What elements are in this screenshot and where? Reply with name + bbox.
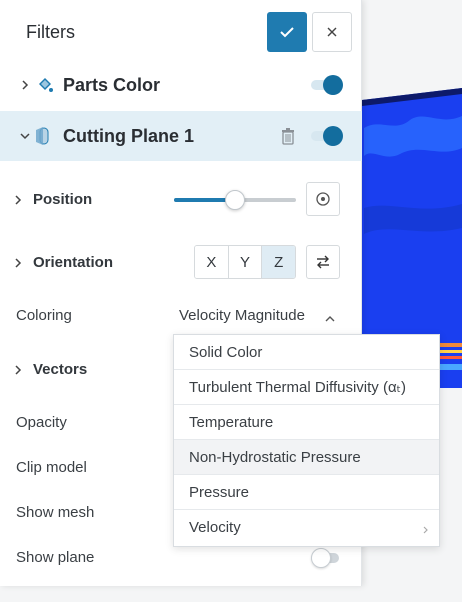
dropdown-option-velocity-label: Velocity bbox=[189, 519, 241, 536]
coloring-label: Coloring bbox=[16, 307, 72, 324]
vectors-label[interactable]: Vectors bbox=[33, 361, 87, 378]
dropdown-option-non-hydrostatic-pressure[interactable]: Non-Hydrostatic Pressure bbox=[174, 440, 439, 475]
axis-z-button[interactable]: Z bbox=[262, 246, 295, 278]
position-label[interactable]: Position bbox=[33, 191, 92, 208]
position-slider[interactable] bbox=[174, 190, 296, 210]
filter-row-cutting-plane-1[interactable]: Cutting Plane 1 bbox=[0, 111, 362, 161]
panel-title: Filters bbox=[26, 22, 75, 42]
coloring-select[interactable]: Velocity Magnitude bbox=[179, 307, 305, 324]
cutting-plane-toggle[interactable] bbox=[311, 126, 343, 146]
trash-icon[interactable] bbox=[280, 127, 296, 150]
orientation-label[interactable]: Orientation bbox=[33, 254, 113, 271]
submenu-arrow-icon bbox=[423, 522, 429, 534]
swap-arrows-icon bbox=[317, 255, 329, 269]
dropdown-option-temperature[interactable]: Temperature bbox=[174, 405, 439, 440]
orientation-axis-selector: X Y Z bbox=[194, 245, 296, 279]
chevron-down-icon[interactable] bbox=[20, 131, 30, 141]
dropdown-option-turbulent-thermal-diffusivity[interactable]: Turbulent Thermal Diffusivity (αₜ) bbox=[174, 370, 439, 405]
show-mesh-label: Show mesh bbox=[16, 504, 95, 521]
flip-orientation-button[interactable] bbox=[306, 245, 340, 279]
paint-bucket-icon bbox=[36, 76, 54, 99]
parts-color-toggle[interactable] bbox=[311, 75, 343, 95]
close-button[interactable] bbox=[312, 12, 352, 52]
clip-model-label: Clip model bbox=[16, 459, 87, 476]
coloring-dropdown-menu: Solid Color Turbulent Thermal Diffusivit… bbox=[173, 334, 440, 547]
chevron-right-icon[interactable] bbox=[20, 80, 30, 90]
show-plane-label: Show plane bbox=[16, 549, 95, 566]
axis-y-button[interactable]: Y bbox=[228, 246, 263, 278]
chevron-up-icon[interactable] bbox=[324, 311, 336, 322]
show-plane-toggle[interactable] bbox=[311, 548, 343, 568]
check-icon bbox=[280, 27, 294, 38]
target-icon bbox=[316, 192, 330, 206]
confirm-button[interactable] bbox=[267, 12, 307, 52]
dropdown-option-velocity[interactable]: Velocity bbox=[174, 510, 439, 545]
axis-x-button[interactable]: X bbox=[195, 246, 229, 278]
panel-header: Filters bbox=[0, 0, 362, 62]
chevron-right-icon[interactable] bbox=[13, 258, 23, 268]
filter-row-parts-color[interactable]: Parts Color bbox=[0, 60, 362, 110]
chevron-right-icon[interactable] bbox=[13, 195, 23, 205]
center-plane-button[interactable] bbox=[306, 182, 340, 216]
opacity-label: Opacity bbox=[16, 414, 67, 431]
chevron-right-icon[interactable] bbox=[13, 365, 23, 375]
dropdown-option-solid-color[interactable]: Solid Color bbox=[174, 335, 439, 370]
dropdown-option-pressure[interactable]: Pressure bbox=[174, 475, 439, 510]
slider-handle[interactable] bbox=[225, 190, 245, 210]
close-icon bbox=[327, 27, 337, 37]
cutting-plane-icon bbox=[34, 126, 52, 151]
filter-label-parts-color: Parts Color bbox=[63, 75, 161, 95]
filter-label-cutting-plane-1: Cutting Plane 1 bbox=[63, 126, 195, 146]
